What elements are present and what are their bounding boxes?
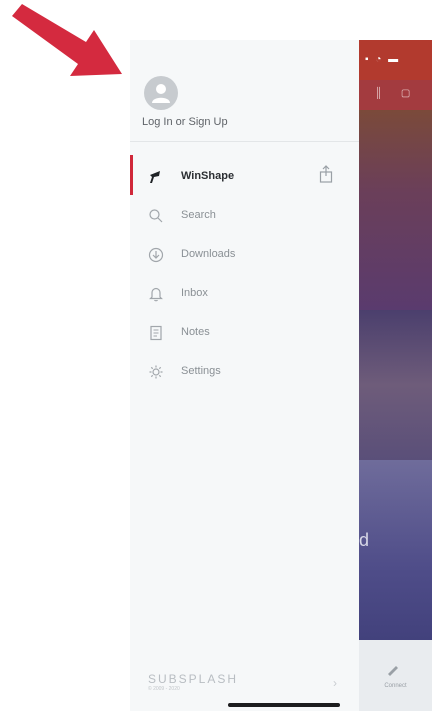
avatar[interactable] (144, 76, 178, 110)
megaphone-icon (150, 171, 160, 183)
menu-item-label: Inbox (181, 287, 208, 299)
share-icon[interactable] (319, 165, 333, 183)
user-icon (152, 84, 170, 103)
tab-connect-label[interactable]: Connect (359, 683, 432, 689)
bell-icon (149, 287, 163, 302)
menu-item-inbox[interactable]: Inbox (130, 275, 359, 313)
menu-item-label: Downloads (181, 248, 236, 260)
annotation-arrow (12, 4, 122, 76)
divider (130, 141, 359, 142)
side-drawer: Log In or Sign Up WinShape Search Downlo… (130, 40, 359, 711)
download-icon (148, 247, 164, 263)
search-icon (149, 209, 163, 223)
partial-title: d (359, 530, 370, 550)
header-icons: ║ ▢ (375, 88, 419, 99)
menu-item-downloads[interactable]: Downloads (130, 236, 359, 274)
subsplash-logo[interactable]: SUBSPLASH (148, 672, 238, 686)
pencil-icon[interactable] (386, 662, 400, 676)
content-image (359, 460, 432, 640)
menu-item-label: Settings (181, 365, 221, 377)
content-image (359, 310, 432, 460)
home-indicator[interactable] (228, 703, 340, 707)
notes-icon (150, 325, 162, 341)
status-icons: ▪︎ ◔ ▬ (365, 54, 401, 65)
login-signup-link[interactable]: Log In or Sign Up (142, 116, 228, 128)
menu-item-settings[interactable]: Settings (130, 353, 359, 391)
content-image (359, 110, 432, 310)
menu-item-search[interactable]: Search (130, 197, 359, 235)
menu-item-label: WinShape (181, 170, 235, 182)
background-app[interactable]: ▪︎ ◔ ▬ ║ ▢ d Connect (359, 40, 432, 711)
menu-item-label: Search (181, 209, 216, 221)
copyright-text: © 2009 - 2020 (148, 686, 180, 692)
menu-item-notes[interactable]: Notes (130, 314, 359, 352)
gear-icon (149, 365, 163, 379)
phone-screen: ▪︎ ◔ ▬ ║ ▢ d Connect Log In or Sign Up W… (130, 40, 432, 711)
chevron-right-icon[interactable]: › (333, 676, 337, 690)
menu-item-label: Notes (181, 326, 210, 338)
